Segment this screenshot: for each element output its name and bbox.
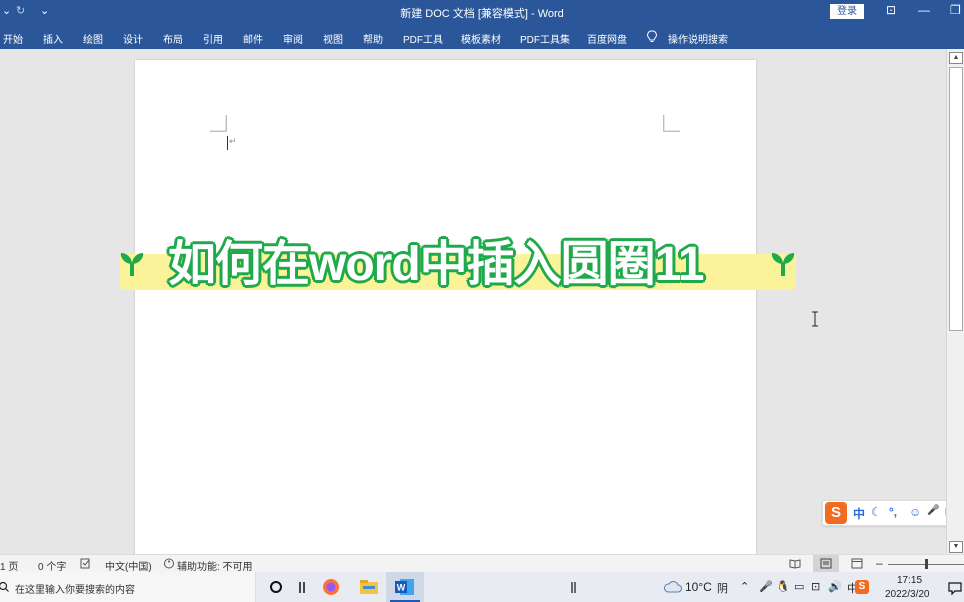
svg-text:W: W — [397, 583, 406, 593]
ime-voice-icon[interactable]: 🎤 — [927, 505, 939, 516]
taskbar: 在这里输入你要搜索的内容 W 10°C 阴 ⌃ 🎤 🐧 ▭ ⊡ 🔊 中 S 17… — [0, 572, 964, 602]
tab-help[interactable]: 帮助 — [363, 31, 383, 46]
sprout-right-icon — [771, 253, 795, 276]
task-view-icon[interactable] — [288, 576, 318, 598]
tell-me-search[interactable]: 操作说明搜索 — [668, 31, 728, 46]
scroll-up-icon[interactable]: ▲ — [949, 52, 963, 64]
ime-chinese-mode[interactable]: 中 — [853, 505, 865, 522]
qq-icon[interactable]: 🐧 — [776, 580, 790, 593]
tab-baidu-netdisk[interactable]: 百度网盘 — [587, 31, 627, 46]
ime-emoji-icon[interactable]: ☺ — [909, 505, 921, 519]
network-icon[interactable]: ⊡ — [811, 580, 820, 593]
text-cursor — [227, 136, 228, 150]
title-banner-text: 如何在word中插入圆圈11 — [168, 238, 704, 291]
weather-temperature[interactable]: 10°C — [685, 580, 712, 594]
sprout-left-icon — [120, 253, 144, 276]
volume-icon[interactable]: 🔊 — [828, 580, 842, 593]
tab-insert[interactable]: 插入 — [43, 31, 63, 46]
vertical-scrollbar[interactable]: ▲ ▼ — [946, 49, 964, 554]
window-title: 新建 DOC 文档 [兼容模式] - Word — [400, 8, 564, 20]
login-button[interactable]: 登录 — [830, 4, 864, 19]
minimize-icon[interactable]: — — [918, 3, 930, 17]
tray-overflow-chevron-icon[interactable]: ⌃ — [740, 580, 749, 593]
page-count[interactable]: 1 页 — [0, 558, 18, 573]
word-count[interactable]: 0 个字 — [38, 558, 66, 573]
tab-design[interactable]: 设计 — [123, 31, 143, 46]
ime-punctuation-icon[interactable]: °, — [889, 505, 897, 519]
document-canvas[interactable]: ↵ S 中 ☾ °, ☺ 🎤 ⌨ — [0, 49, 946, 554]
taskbar-search[interactable]: 在这里输入你要搜索的内容 — [0, 572, 256, 602]
print-layout-icon — [820, 558, 832, 569]
tab-pdf-toolset[interactable]: PDF工具集 — [520, 31, 570, 46]
clock-time[interactable]: 17:15 — [897, 575, 922, 586]
print-layout-view-button[interactable] — [813, 555, 839, 573]
cloud-weather-icon[interactable] — [664, 579, 682, 595]
restore-icon[interactable]: ❐ — [950, 3, 961, 17]
tab-review[interactable]: 审阅 — [283, 31, 303, 46]
status-bar: 1 页 0 个字 中文(中国) 辅助功能: 不可用 – — [0, 554, 964, 573]
zoom-slider-thumb[interactable] — [925, 559, 928, 569]
proofing-icon[interactable] — [80, 558, 91, 569]
notification-icon[interactable] — [948, 581, 962, 595]
taskbar-search-placeholder: 在这里输入你要搜索的内容 — [15, 585, 135, 596]
language-indicator[interactable]: 中文(中国) — [105, 558, 152, 573]
margin-corner-top-right — [663, 115, 680, 132]
margin-corner-top-left — [210, 115, 227, 132]
zoom-out-icon[interactable]: – — [876, 556, 883, 570]
accessibility-status[interactable]: 辅助功能: 不可用 — [177, 558, 253, 573]
clock-date[interactable]: 2022/3/20 — [885, 589, 930, 600]
read-mode-icon[interactable] — [789, 558, 801, 569]
tab-references[interactable]: 引用 — [203, 31, 223, 46]
tab-view[interactable]: 视图 — [323, 31, 343, 46]
scroll-down-icon[interactable]: ▼ — [949, 541, 963, 553]
microphone-icon[interactable]: 🎤 — [759, 580, 773, 593]
ribbon-display-options-icon[interactable]: ⊡ — [886, 3, 896, 17]
tab-draw[interactable]: 绘图 — [83, 31, 103, 46]
file-explorer-icon[interactable] — [354, 576, 384, 598]
web-layout-icon[interactable] — [851, 558, 863, 569]
battery-icon[interactable]: ▭ — [794, 580, 804, 593]
ime-moon-icon[interactable]: ☾ — [871, 505, 882, 519]
ibeam-cursor-icon — [812, 311, 818, 327]
word-app-icon: W — [395, 579, 414, 595]
taskbar-app-icon[interactable] — [558, 576, 588, 598]
sogou-logo-icon[interactable]: S — [825, 502, 847, 524]
taskbar-word-button[interactable]: W — [386, 572, 424, 602]
sogou-tray-icon[interactable]: S — [855, 580, 869, 594]
title-bar: ⌄ ↻ ⌄ 新建 DOC 文档 [兼容模式] - Word 登录 ⊡ — ❐ — [0, 0, 964, 24]
search-icon — [0, 581, 9, 592]
document-page[interactable]: ↵ — [135, 60, 756, 554]
tab-templates[interactable]: 模板素材 — [461, 31, 501, 46]
accessibility-icon — [164, 558, 174, 569]
scrollbar-thumb[interactable] — [949, 67, 963, 331]
tab-mailings[interactable]: 邮件 — [243, 31, 263, 46]
ime-toolbar[interactable]: S 中 ☾ °, ☺ 🎤 ⌨ — [822, 500, 946, 526]
weather-description[interactable]: 阴 — [717, 580, 728, 596]
tab-home[interactable]: 开始 — [3, 31, 23, 46]
lightbulb-icon — [647, 30, 657, 42]
tab-layout[interactable]: 布局 — [163, 31, 183, 46]
firefox-icon[interactable] — [316, 576, 346, 598]
paragraph-mark: ↵ — [229, 136, 237, 146]
tab-pdf-tools[interactable]: PDF工具 — [403, 31, 443, 46]
ribbon-tabs: 开始 插入 绘图 设计 布局 引用 邮件 审阅 视图 帮助 PDF工具 模板素材… — [0, 24, 964, 49]
